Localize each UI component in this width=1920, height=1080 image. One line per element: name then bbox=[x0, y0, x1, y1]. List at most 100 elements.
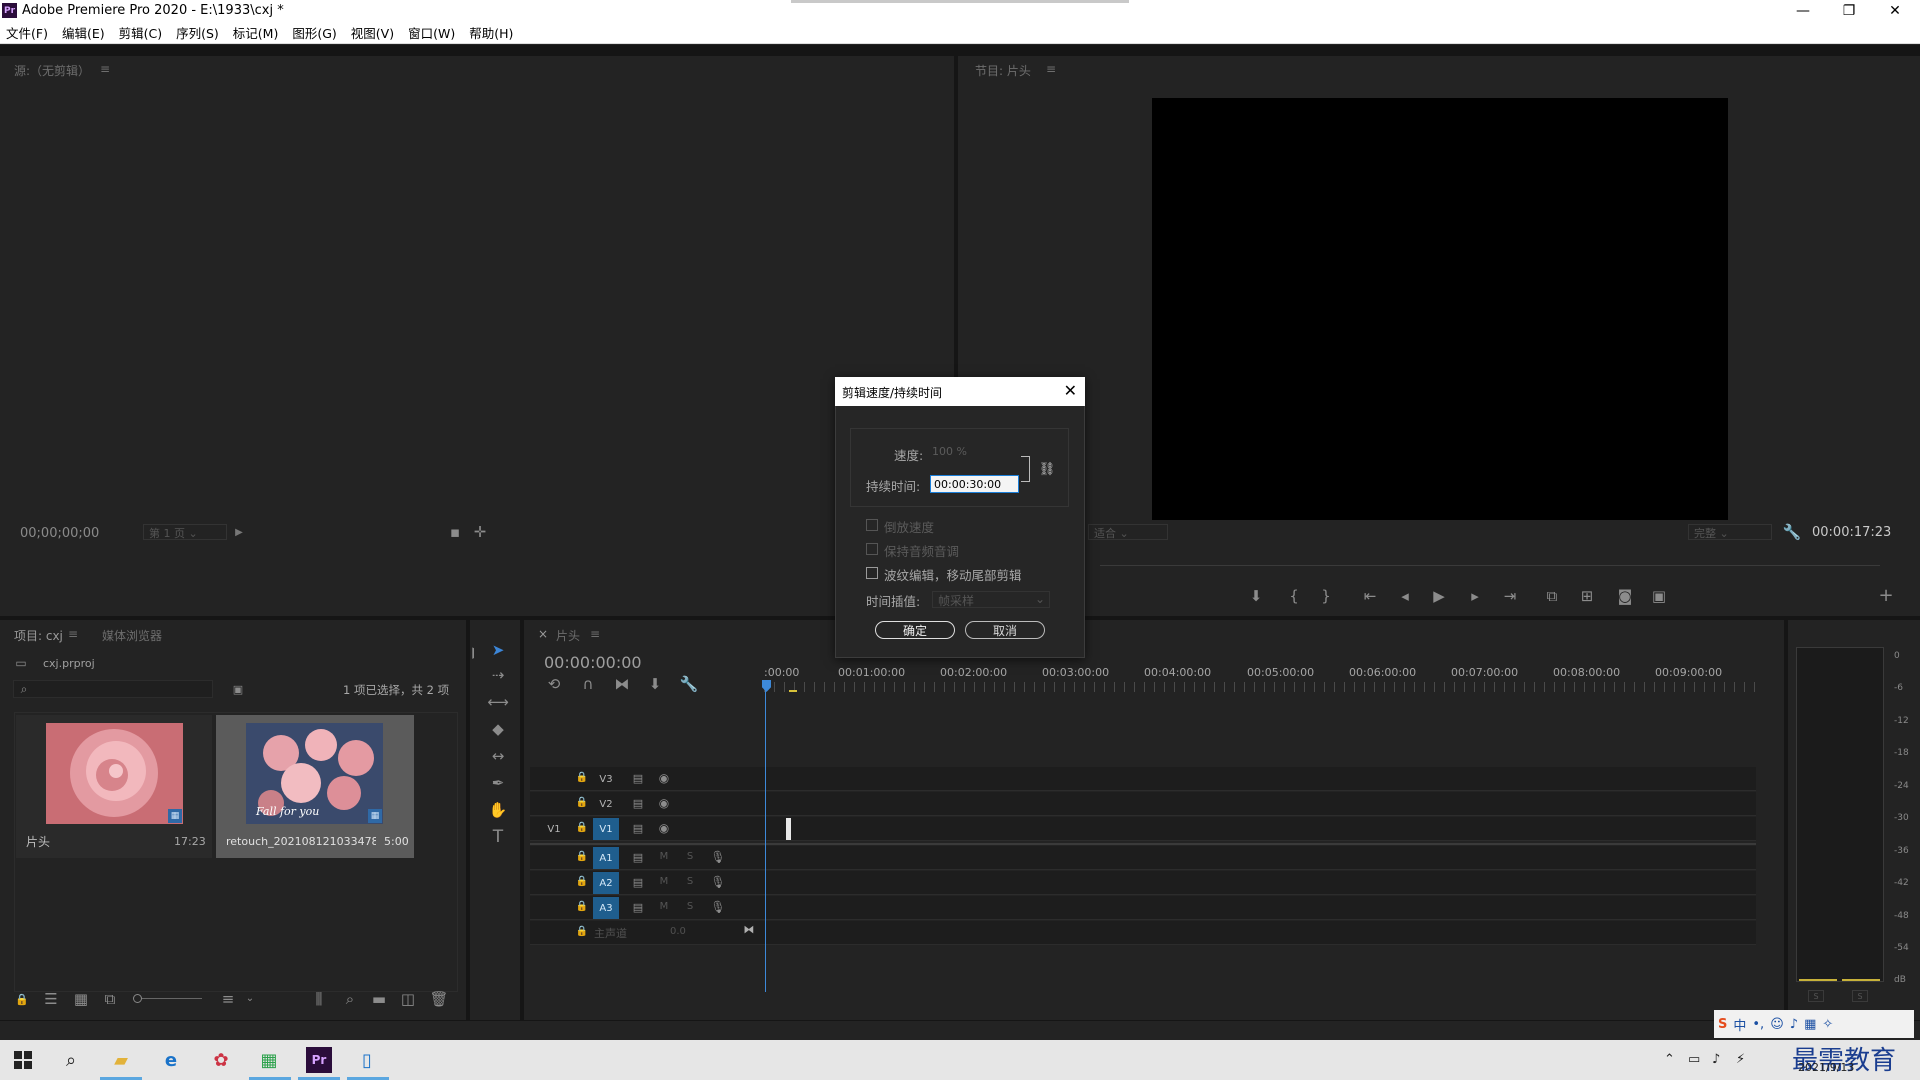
list-item[interactable]: ▦ 片头 17:23 bbox=[16, 715, 212, 858]
panel-menu-icon[interactable]: ≡ bbox=[1046, 62, 1056, 76]
dialog-close-icon[interactable]: ✕ bbox=[1064, 381, 1077, 400]
duration-field[interactable] bbox=[930, 475, 1019, 493]
microphone-icon[interactable]: 🎙 bbox=[710, 900, 725, 914]
sort-icon[interactable]: ≡ bbox=[220, 991, 236, 1006]
hand-tool-icon[interactable]: ✋ bbox=[488, 800, 508, 820]
microphone-icon[interactable]: 🎙 bbox=[710, 875, 725, 889]
play-icon[interactable]: ▶ bbox=[1431, 588, 1447, 604]
safe-margin-icon[interactable]: ✛ bbox=[473, 524, 487, 539]
voice-icon[interactable]: ♪ bbox=[1790, 1017, 1798, 1032]
ime-mode[interactable]: 中 bbox=[1733, 1015, 1746, 1034]
cancel-button[interactable]: 取消 bbox=[965, 621, 1045, 639]
close-window-button[interactable]: ✕ bbox=[1872, 0, 1918, 22]
slip-tool-icon[interactable]: ↔ bbox=[488, 746, 508, 766]
step-back-icon[interactable]: ◂ bbox=[1397, 588, 1413, 604]
ripple-edit-tool-icon[interactable]: ⟷ bbox=[487, 692, 509, 712]
go-to-in-icon[interactable]: ⇤ bbox=[1362, 588, 1378, 604]
quality-select[interactable]: 完整 ⌄ bbox=[1688, 524, 1772, 540]
panel-menu-icon[interactable]: ≡ bbox=[100, 62, 110, 76]
file-explorer-icon[interactable]: ▰ bbox=[108, 1047, 134, 1073]
mark-in-icon[interactable]: { bbox=[1286, 588, 1302, 604]
razor-tool-icon[interactable]: ◆ bbox=[488, 719, 508, 739]
solo-button[interactable]: S bbox=[683, 850, 697, 864]
premiere-taskbar-icon[interactable]: Pr bbox=[306, 1047, 332, 1073]
video-track-v3[interactable] bbox=[530, 767, 1756, 791]
lock-icon[interactable]: 🔒 bbox=[14, 992, 30, 1006]
tray-chevron-up-icon[interactable]: ⌃ bbox=[1664, 1052, 1675, 1067]
photos-app-icon[interactable]: ▦ bbox=[256, 1047, 282, 1073]
pen-tool-icon[interactable]: ✒ bbox=[488, 773, 508, 793]
mute-button[interactable]: M bbox=[657, 850, 671, 864]
new-item-icon[interactable]: ◫ bbox=[400, 991, 416, 1006]
lock-icon[interactable]: 🔒 bbox=[576, 821, 588, 835]
source-page-select[interactable]: 第 1 页 ⌄ bbox=[143, 524, 227, 540]
restore-button[interactable]: ❐ bbox=[1826, 0, 1872, 22]
paint-app-icon[interactable]: ✿ bbox=[208, 1047, 234, 1073]
menu-help[interactable]: 帮助(H) bbox=[469, 23, 513, 42]
lock-icon[interactable]: 🔒 bbox=[576, 900, 588, 914]
new-bin-from-search-icon[interactable]: ▣ bbox=[230, 682, 246, 696]
play-arrow-icon[interactable]: ▶ bbox=[233, 526, 245, 540]
type-tool-icon[interactable]: T bbox=[488, 827, 508, 847]
video-track-v2[interactable] bbox=[530, 792, 1756, 816]
lift-icon[interactable]: ⧉ bbox=[1543, 588, 1561, 604]
linked-selection-icon[interactable]: ⧓ bbox=[614, 676, 630, 692]
menu-sequence[interactable]: 序列(S) bbox=[176, 23, 219, 42]
trash-icon[interactable]: 🗑 bbox=[429, 991, 448, 1006]
sync-lock-icon[interactable]: ▤ bbox=[631, 771, 645, 785]
automate-to-sequence-icon[interactable]: ⫼ bbox=[310, 991, 328, 1006]
lock-icon[interactable]: 🔒 bbox=[576, 850, 588, 864]
lock-icon[interactable]: 🔒 bbox=[576, 875, 588, 889]
edge-browser-icon[interactable]: e bbox=[158, 1047, 184, 1073]
new-bin-icon[interactable]: ▬ bbox=[371, 991, 387, 1006]
wrench-icon[interactable]: 🔧 bbox=[1783, 524, 1802, 540]
video-track-v1[interactable] bbox=[530, 817, 1756, 841]
menu-markers[interactable]: 标记(M) bbox=[233, 23, 279, 42]
reverse-speed-checkbox[interactable] bbox=[866, 519, 878, 531]
close-tab-icon[interactable]: × bbox=[538, 627, 548, 641]
menu-file[interactable]: 文件(F) bbox=[6, 23, 48, 42]
audio-meter[interactable] bbox=[1796, 647, 1884, 982]
nest-icon[interactable]: ⟲ bbox=[546, 676, 562, 692]
search-icon[interactable]: ⌕ bbox=[58, 1047, 84, 1073]
sync-lock-icon[interactable]: ▤ bbox=[631, 875, 645, 889]
add-marker-icon[interactable]: ⬇ bbox=[1248, 588, 1264, 604]
selection-tool-icon[interactable]: ➤ bbox=[488, 640, 508, 660]
video-audio-divider[interactable] bbox=[530, 843, 1756, 845]
chain-link-icon[interactable]: ⛓ bbox=[1039, 461, 1056, 477]
step-forward-icon[interactable]: ▸ bbox=[1467, 588, 1483, 604]
eye-icon[interactable]: ◉ bbox=[657, 796, 671, 810]
go-to-end-icon[interactable]: ⧓ bbox=[742, 922, 756, 936]
source-monitor-title[interactable]: 源:（无剪辑） bbox=[14, 62, 90, 79]
power-icon[interactable]: ⚡ bbox=[1736, 1052, 1745, 1067]
track-label-v2[interactable]: V2 bbox=[593, 793, 619, 815]
ok-button[interactable]: 确定 bbox=[875, 621, 955, 639]
mute-button[interactable]: M bbox=[657, 875, 671, 889]
minimize-button[interactable]: — bbox=[1780, 0, 1826, 22]
comparison-view-icon[interactable]: ▣ bbox=[1650, 588, 1668, 604]
extract-icon[interactable]: ⊞ bbox=[1578, 588, 1596, 604]
ime-toolbar[interactable]: S 中 •, ☺ ♪ ▦ ✧ bbox=[1714, 1010, 1914, 1038]
menu-window[interactable]: 窗口(W) bbox=[408, 23, 455, 42]
list-item[interactable]: Fall for you ▦ retouch_2021081210334784.… bbox=[216, 715, 414, 858]
tab-sequence[interactable]: 片头 bbox=[556, 627, 580, 644]
mark-out-icon[interactable]: } bbox=[1318, 588, 1334, 604]
track-label-v3[interactable]: V3 bbox=[593, 768, 619, 790]
windows-start-icon[interactable] bbox=[10, 1047, 36, 1073]
microphone-icon[interactable]: 🎙 bbox=[710, 850, 725, 864]
speed-value[interactable]: 100 % bbox=[932, 445, 967, 458]
track-select-tool-icon[interactable]: ⇢ bbox=[488, 665, 508, 685]
go-to-out-icon[interactable]: ⇥ bbox=[1502, 588, 1518, 604]
sync-lock-icon[interactable]: ▤ bbox=[631, 900, 645, 914]
tab-project[interactable]: 项目: cxj bbox=[14, 627, 63, 644]
menu-graphics[interactable]: 图形(G) bbox=[292, 23, 336, 42]
zoom-slider[interactable] bbox=[136, 998, 202, 999]
eye-icon[interactable]: ◉ bbox=[657, 771, 671, 785]
track-label-a2[interactable]: A2 bbox=[593, 872, 619, 894]
find-icon[interactable]: ⌕ bbox=[342, 991, 358, 1006]
program-timecode[interactable]: 00:00:17:23 bbox=[1812, 525, 1891, 540]
lock-icon[interactable]: 🔒 bbox=[576, 925, 588, 939]
ripple-edit-checkbox[interactable] bbox=[866, 567, 878, 579]
time-interpolation-select[interactable]: 帧采样 ⌄ bbox=[932, 591, 1050, 608]
timeline-timecode[interactable]: 00:00:00:00 bbox=[544, 653, 642, 672]
